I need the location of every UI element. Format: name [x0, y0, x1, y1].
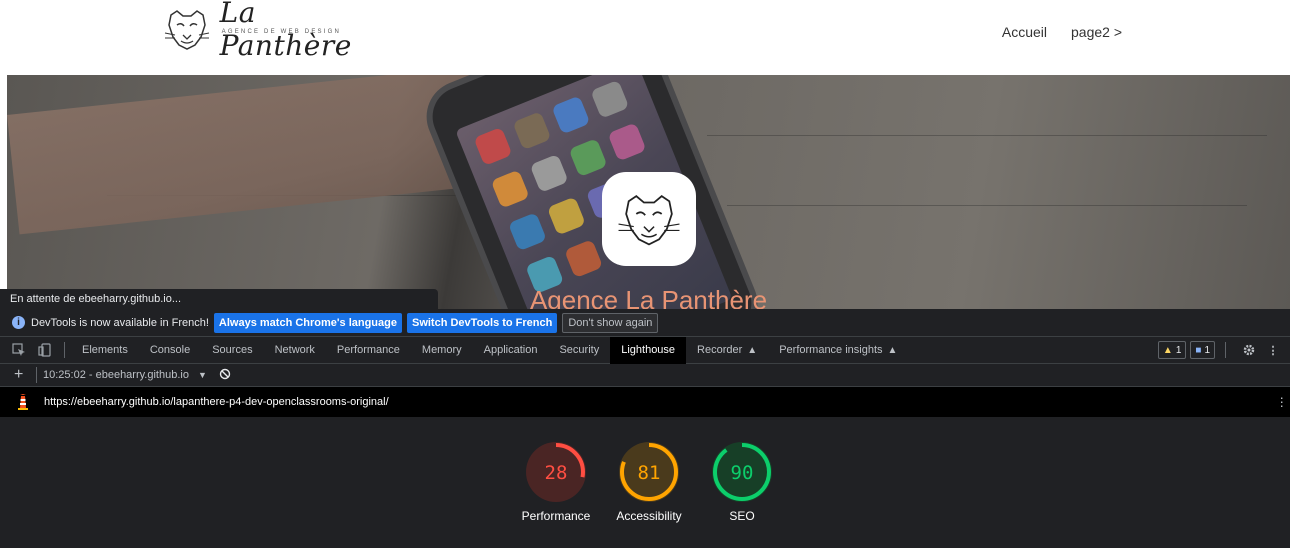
devtools-panel: i DevTools is now available in French! A… — [0, 309, 1290, 548]
new-report-plus-icon[interactable]: + — [14, 366, 30, 384]
nav-link-accueil[interactable]: Accueil — [1002, 24, 1047, 40]
devtools-tabbar: Elements Console Sources Network Perform… — [0, 336, 1290, 364]
panther-logo-icon — [160, 6, 214, 52]
inspect-element-icon[interactable] — [6, 343, 32, 357]
tab-performance-insights[interactable]: Performance insights ▲ — [768, 337, 908, 364]
infobar-message: DevTools is now available in French! — [31, 316, 209, 329]
lighthouse-report-bar: + 10:25:02 - ebeeharry.github.io ▼ — [0, 364, 1290, 387]
paper-line — [727, 205, 1247, 206]
nav-link-page2[interactable]: page2 > — [1071, 24, 1122, 40]
score-gauge-performance[interactable]: 28 Performance — [511, 440, 601, 523]
report-url[interactable]: https://ebeeharry.github.io/lapanthere-p… — [44, 396, 389, 408]
message-icon: ■ — [1195, 344, 1202, 356]
report-url-bar: https://ebeeharry.github.io/lapanthere-p… — [0, 387, 1290, 417]
more-options-icon[interactable]: ⋮ — [1266, 344, 1280, 357]
device-toolbar-icon[interactable] — [32, 343, 58, 357]
report-selector-label: 10:25:02 - ebeeharry.github.io — [43, 369, 189, 381]
gauge-ring: 90 — [712, 442, 772, 502]
hero-panther-badge — [602, 172, 696, 266]
score-gauge-seo[interactable]: 90 SEO — [697, 440, 787, 523]
tab-performance[interactable]: Performance — [326, 337, 411, 364]
gauge-value: 81 — [638, 462, 661, 484]
info-icon: i — [12, 316, 25, 329]
hero-phone-image — [423, 75, 761, 309]
messages-count: 1 — [1204, 344, 1210, 356]
tab-elements[interactable]: Elements — [71, 337, 139, 364]
gauge-ring: 28 — [526, 442, 586, 502]
language-infobar: i DevTools is now available in French! A… — [0, 309, 1290, 337]
site-logo[interactable]: La Panthère AGENCE DE WEB DESIGN — [160, 0, 390, 62]
paper-line — [707, 135, 1267, 136]
tab-recorder[interactable]: Recorder ▲ — [686, 337, 768, 364]
lighthouse-scores: 28 Performance 81 Accessibility 90 SEO — [0, 440, 1290, 540]
site-header: La Panthère AGENCE DE WEB DESIGN Accueil… — [0, 0, 1290, 75]
tab-console[interactable]: Console — [139, 337, 201, 364]
report-menu-icon[interactable]: · · · — [1279, 390, 1284, 412]
dropdown-caret-icon: ▼ — [198, 370, 207, 380]
logo-subtitle: AGENCE DE WEB DESIGN — [221, 29, 342, 35]
tab-memory[interactable]: Memory — [411, 337, 473, 364]
toolbar-divider — [64, 342, 65, 358]
tab-sources[interactable]: Sources — [201, 337, 263, 364]
panther-icon — [618, 195, 680, 246]
experiment-flask-icon: ▲ — [747, 344, 758, 356]
warnings-badge[interactable]: ▲ 1 — [1157, 341, 1187, 359]
site-nav: Accueil page2 > — [1002, 24, 1122, 40]
settings-gear-icon[interactable] — [1236, 343, 1262, 357]
always-match-language-button[interactable]: Always match Chrome's language — [213, 312, 402, 333]
report-selector[interactable]: 10:25:02 - ebeeharry.github.io ▼ — [43, 369, 207, 381]
warning-icon: ▲ — [1162, 344, 1173, 356]
experiment-flask-icon: ▲ — [887, 344, 898, 356]
gauge-value: 90 — [731, 462, 754, 484]
score-gauge-accessibility[interactable]: 81 Accessibility — [604, 440, 694, 523]
tab-lighthouse[interactable]: Lighthouse — [610, 336, 687, 364]
gauge-label: SEO — [729, 509, 755, 523]
toolbar-divider — [36, 367, 37, 383]
gauge-label: Performance — [521, 509, 591, 523]
tab-performance-insights-label: Performance insights — [779, 344, 883, 356]
dont-show-again-button[interactable]: Don't show again — [562, 312, 659, 333]
tab-recorder-label: Recorder — [697, 344, 743, 356]
gauge-value: 28 — [545, 462, 568, 484]
hero-banner: Agence La Panthère — [7, 75, 1290, 309]
gauge-ring: 81 — [619, 442, 679, 502]
tab-network[interactable]: Network — [264, 337, 326, 364]
tab-security[interactable]: Security — [548, 337, 610, 364]
toolbar-divider — [1225, 342, 1226, 358]
clear-reports-icon[interactable] — [219, 368, 231, 383]
lighthouse-logo-icon — [16, 394, 30, 410]
switch-to-french-button[interactable]: Switch DevTools to French — [406, 312, 558, 333]
gauge-label: Accessibility — [616, 509, 682, 523]
devtools-right-tools: ▲ 1 ■ 1 ⋮ — [1157, 341, 1280, 359]
warnings-count: 1 — [1175, 344, 1182, 356]
messages-badge[interactable]: ■ 1 — [1190, 341, 1215, 359]
tab-application[interactable]: Application — [473, 337, 549, 364]
status-tooltip: En attente de ebeeharry.github.io... — [0, 289, 438, 309]
